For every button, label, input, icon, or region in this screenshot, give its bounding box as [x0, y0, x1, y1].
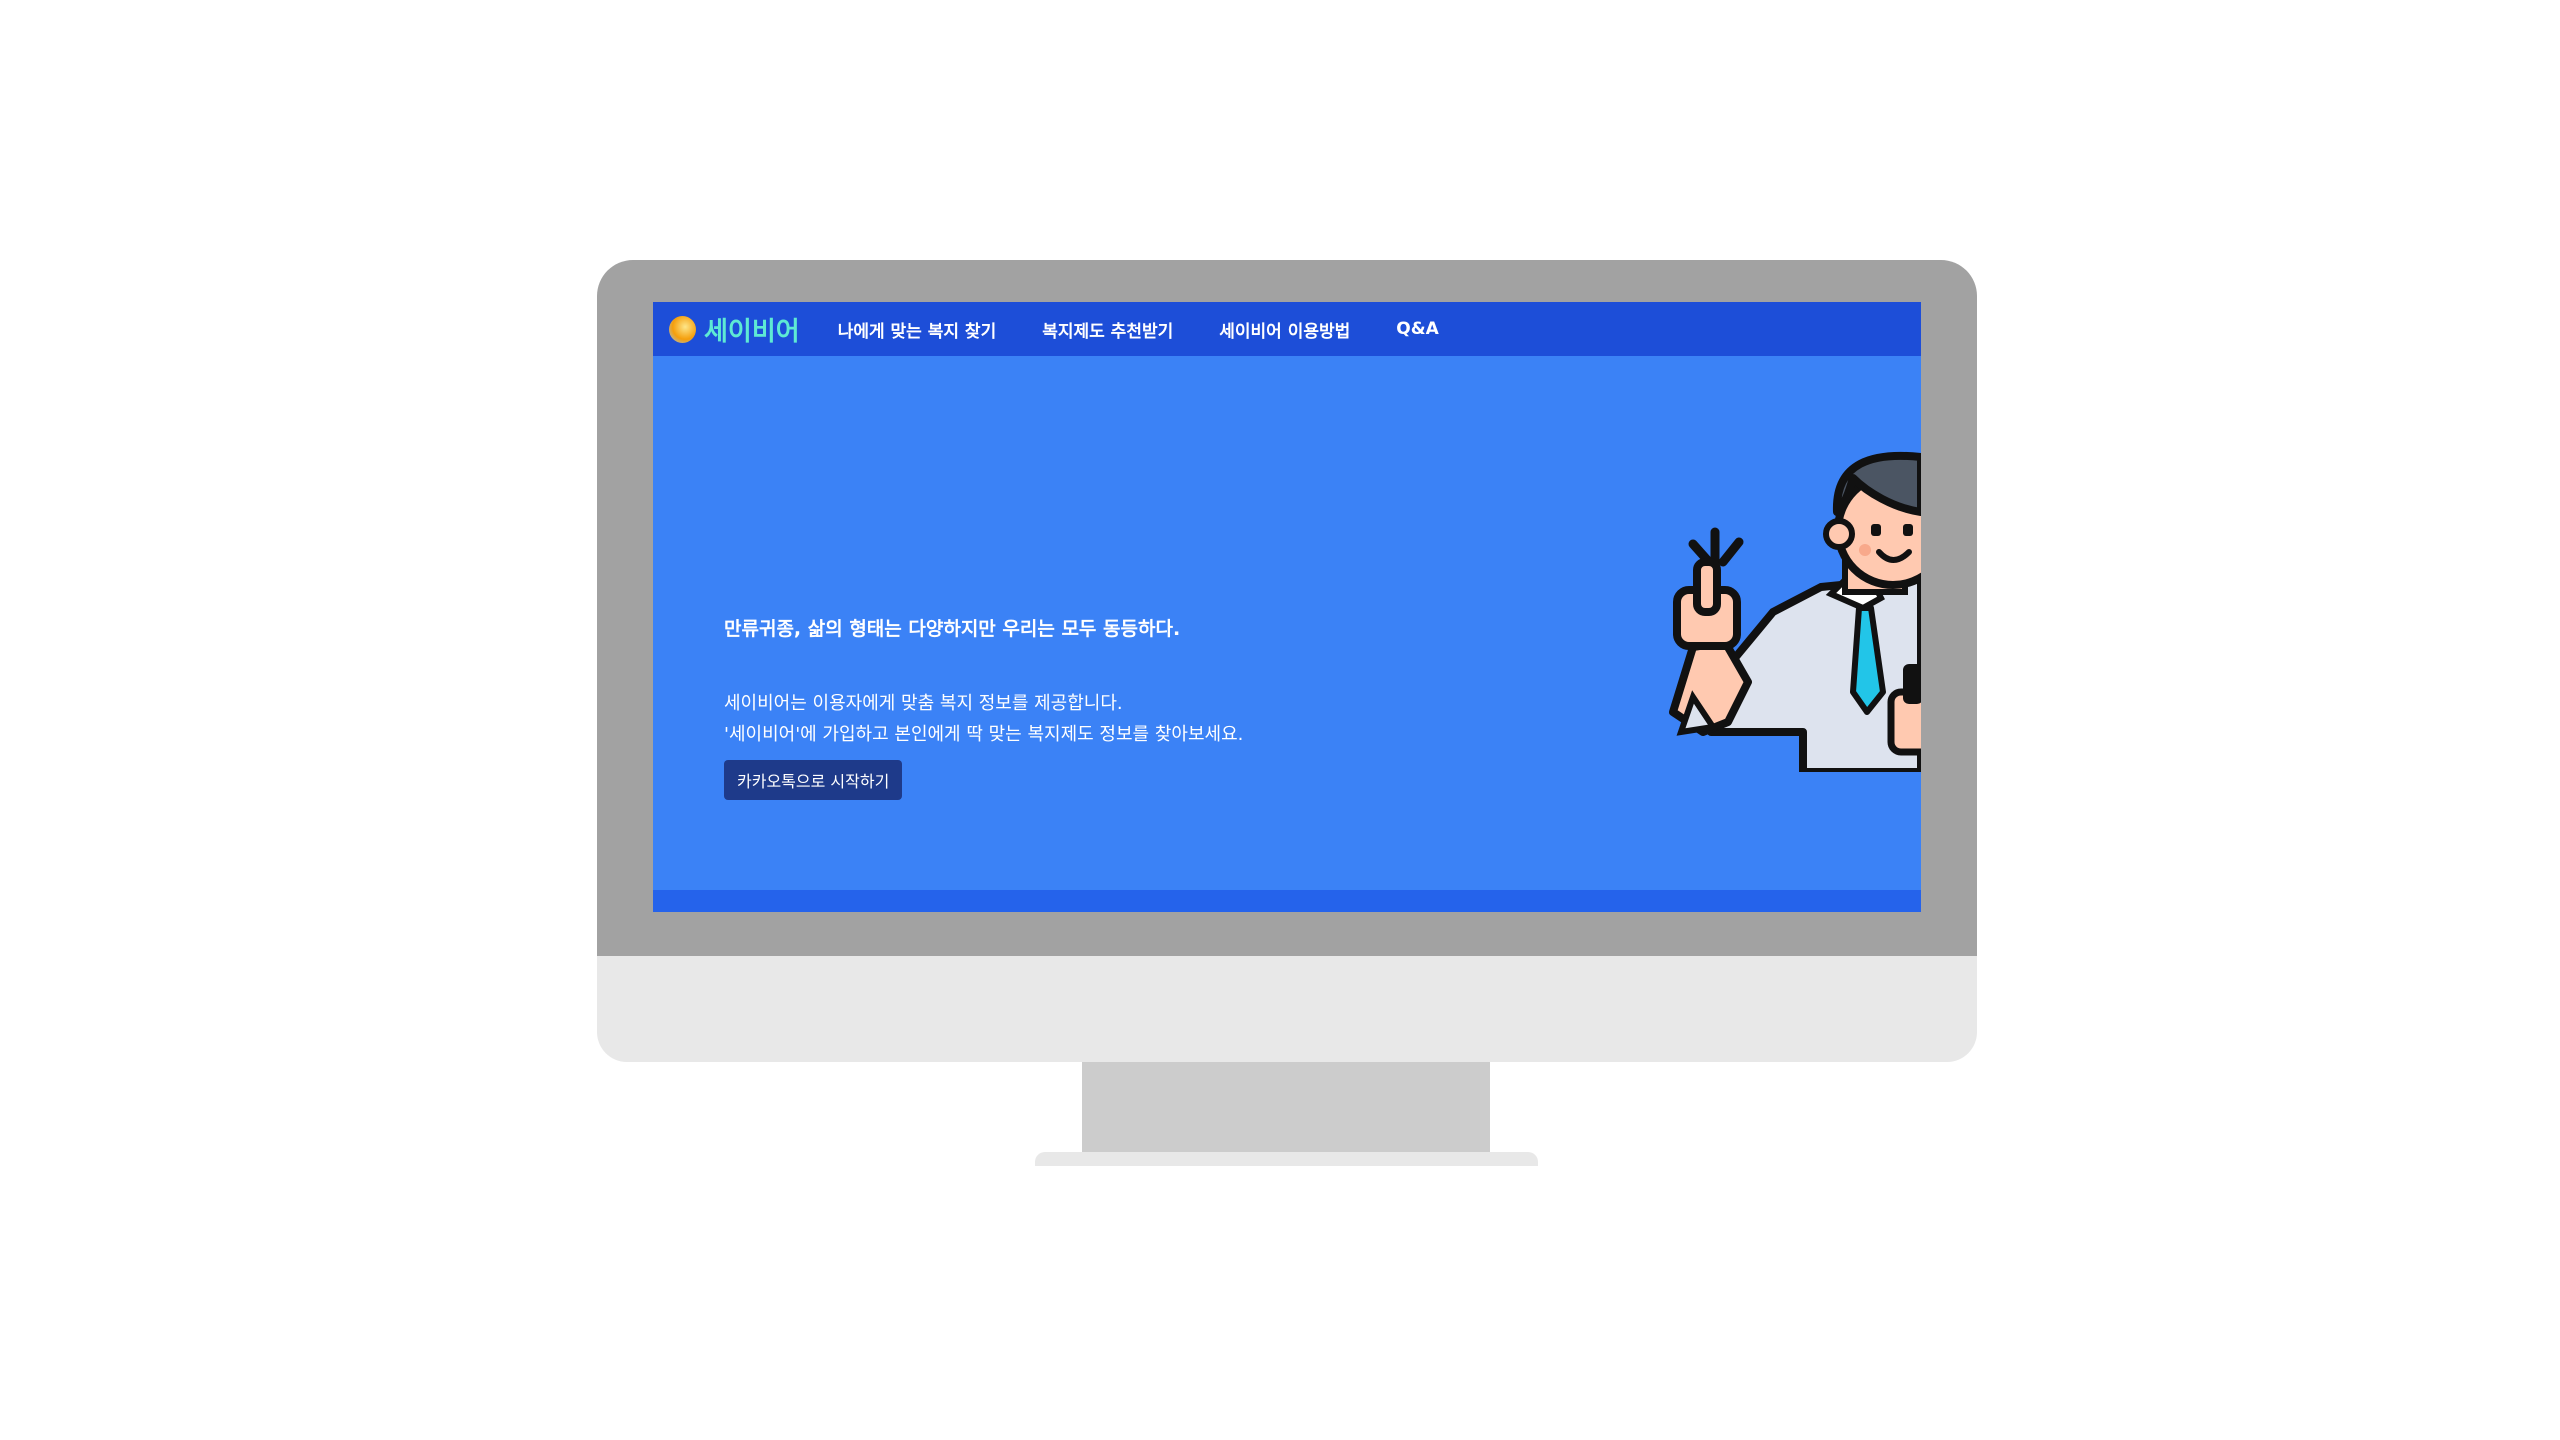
monitor-stand-neck: [1082, 1062, 1490, 1154]
nav-item-qna[interactable]: Q&A: [1396, 319, 1438, 339]
brand[interactable]: 세이비어: [669, 311, 800, 348]
kakao-start-button[interactable]: 카카오톡으로 시작하기: [724, 760, 903, 800]
hero-description: 세이비어는 이용자에게 맞춤 복지 정보를 제공합니다. '세이비어'에 가입하…: [724, 688, 1243, 750]
hero-description-line: '세이비어'에 가입하고 본인에게 딱 맞는 복지제도 정보를 찾아보세요.: [724, 724, 1244, 745]
hero-description-line: 세이비어는 이용자에게 맞춤 복지 정보를 제공합니다.: [724, 693, 1123, 714]
nav-item-recommend[interactable]: 복지제도 추천받기: [1042, 317, 1173, 342]
sun-logo-icon: [669, 315, 696, 343]
brand-name: 세이비어: [704, 316, 800, 347]
spark-icon: [1688, 527, 1744, 567]
monitor-stand-base: [1035, 1152, 1538, 1166]
monitor-screen: 세이비어 나에게 맞는 복지 찾기 복지제도 추천받기 세이비어 이용방법 Q&…: [653, 302, 1921, 912]
screen-bottom-bar: [653, 890, 1921, 912]
page: 세이비어 나에게 맞는 복지 찾기 복지제도 추천받기 세이비어 이용방법 Q&…: [0, 0, 2560, 1440]
monitor-chin: [597, 956, 1977, 1062]
thumbs-up-man-illustration: [1669, 451, 1921, 772]
nav-item-how-to-use[interactable]: 세이비어 이용방법: [1219, 317, 1350, 342]
nav-item-find-welfare[interactable]: 나에게 맞는 복지 찾기: [838, 317, 997, 342]
top-navbar: 세이비어 나에게 맞는 복지 찾기 복지제도 추천받기 세이비어 이용방법 Q&…: [653, 302, 1921, 356]
hero-slogan: 만류귀종, 삶의 형태는 다양하지만 우리는 모두 동등하다.: [724, 618, 1181, 640]
